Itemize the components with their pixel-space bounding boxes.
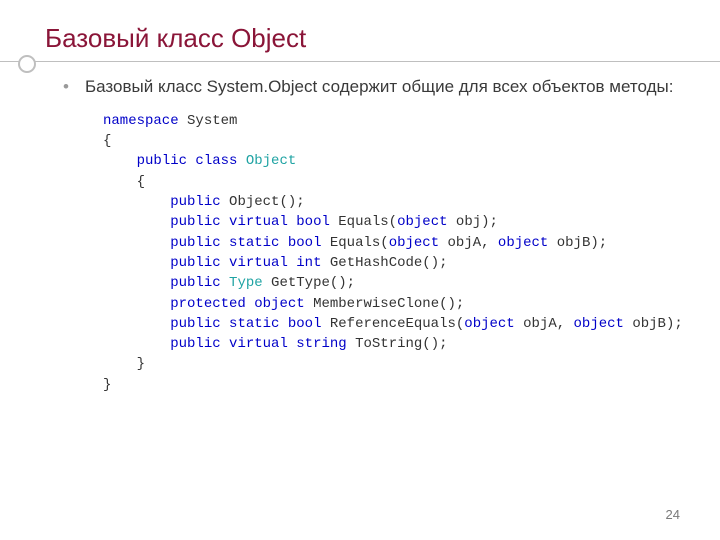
code-text [103, 296, 170, 312]
code-text: MemberwiseClone(); [305, 296, 465, 312]
code-text: } [103, 377, 111, 393]
title-underline [0, 61, 720, 62]
kw-bool: bool [296, 214, 330, 230]
type-object: Object [246, 153, 296, 169]
kw-object: object [498, 235, 548, 251]
kw-string: string [296, 336, 346, 352]
code-text [103, 214, 170, 230]
code-text: objB); [624, 316, 683, 332]
kw-virtual: virtual [221, 336, 297, 352]
type-type: Type [229, 275, 263, 291]
page-number: 24 [666, 507, 680, 522]
kw-object: object [254, 296, 304, 312]
code-text [103, 153, 137, 169]
kw-public: public [170, 235, 220, 251]
kw-public: public [170, 255, 220, 271]
code-text [246, 296, 254, 312]
kw-class: class [187, 153, 246, 169]
kw-static: static [221, 235, 288, 251]
code-text [103, 255, 170, 271]
kw-public: public [170, 275, 220, 291]
accent-circle-icon [18, 55, 36, 73]
kw-public: public [170, 214, 220, 230]
code-text [103, 194, 170, 210]
code-text: Equals( [321, 235, 388, 251]
kw-bool: bool [288, 235, 322, 251]
code-text: System [179, 113, 238, 129]
kw-public: public [170, 316, 220, 332]
kw-virtual: virtual [221, 214, 297, 230]
code-text [103, 316, 170, 332]
code-text: ToString(); [347, 336, 448, 352]
code-text: GetHashCode(); [321, 255, 447, 271]
code-text [221, 275, 229, 291]
code-text: Equals( [330, 214, 397, 230]
code-text: objA, [439, 235, 498, 251]
code-text: { [103, 174, 145, 190]
kw-object: object [574, 316, 624, 332]
code-text: ReferenceEquals( [321, 316, 464, 332]
kw-namespace: namespace [103, 113, 179, 129]
code-text: objB); [548, 235, 607, 251]
bullet-text: Базовый класс System.Object содержит общ… [85, 76, 688, 97]
kw-int: int [296, 255, 321, 271]
code-text: { [103, 133, 111, 149]
kw-static: static [221, 316, 288, 332]
kw-object: object [389, 235, 439, 251]
kw-public: public [170, 194, 220, 210]
code-block: namespace System { public class Object {… [85, 111, 688, 395]
kw-object: object [397, 214, 447, 230]
kw-bool: bool [288, 316, 322, 332]
kw-object: object [464, 316, 514, 332]
code-text [103, 336, 170, 352]
code-text: objA, [515, 316, 574, 332]
kw-public: public [170, 336, 220, 352]
code-text: GetType(); [263, 275, 355, 291]
code-text [103, 235, 170, 251]
kw-virtual: virtual [221, 255, 297, 271]
kw-public: public [137, 153, 187, 169]
code-text: obj); [448, 214, 498, 230]
code-text: Object(); [221, 194, 305, 210]
kw-protected: protected [170, 296, 246, 312]
code-text: } [103, 356, 145, 372]
code-text [103, 275, 170, 291]
page-title: Базовый класс Object [45, 24, 720, 53]
